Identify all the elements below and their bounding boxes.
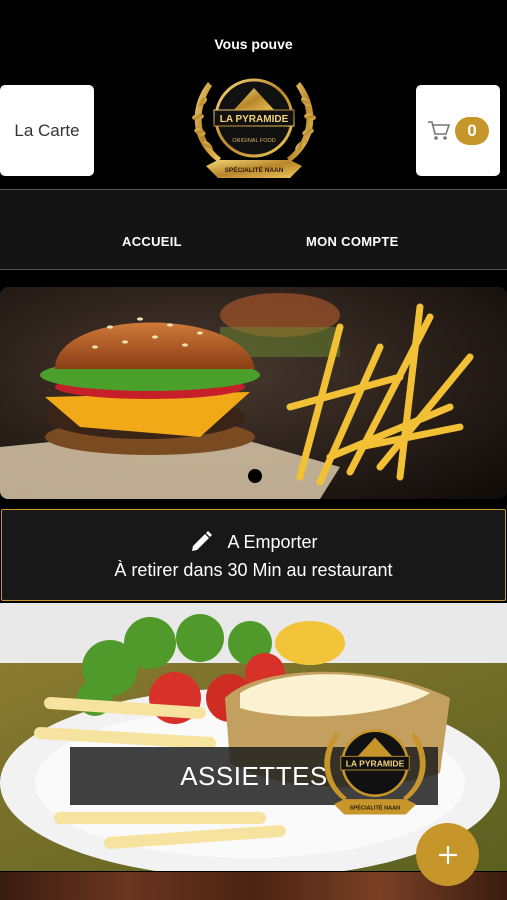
ticker-text: Vous pouve xyxy=(214,36,293,52)
la-pyramide-logo: LA PYRAMIDE ORIGINAL FOOD SPÉCIALITÉ NAA… xyxy=(192,78,316,178)
hero-carousel[interactable] xyxy=(0,287,507,499)
watermark-logo-ribbon: SPÉCIALITÉ NAAN xyxy=(350,803,400,811)
header: La Carte LA PYRAMIDE ORIGINAL FOOD SPÉCI… xyxy=(0,56,507,190)
cart-button[interactable]: 0 xyxy=(416,85,500,176)
takeaway-mode-label: A Emporter xyxy=(227,531,318,552)
cart-icon xyxy=(428,120,451,140)
la-carte-label: La Carte xyxy=(14,120,80,140)
pickup-time-text: À retirer dans 30 Min au restaurant xyxy=(114,560,393,580)
pencil-icon xyxy=(192,531,213,551)
logo-name: LA PYRAMIDE xyxy=(220,114,289,125)
main-nav: ACCUEIL MON COMPTE xyxy=(0,190,507,270)
watermark-logo-name: LA PYRAMIDE xyxy=(346,759,405,769)
cart-count-badge: 0 xyxy=(455,116,489,145)
takeaway-info-panel[interactable]: A Emporter À retirer dans 30 Min au rest… xyxy=(1,509,506,601)
logo-ribbon: SPÉCIALITÉ NAAN xyxy=(225,165,284,174)
burger-fries-image xyxy=(0,287,507,499)
nav-item-accueil[interactable]: ACCUEIL xyxy=(122,234,182,249)
la-pyramide-watermark-logo: LA PYRAMIDE SPÉCIALITÉ NAAN xyxy=(324,729,426,815)
la-carte-button[interactable]: La Carte xyxy=(0,85,94,176)
plus-icon xyxy=(438,845,457,864)
add-button[interactable] xyxy=(416,823,479,886)
logo-tagline: ORIGINAL FOOD xyxy=(232,138,276,144)
carousel-indicator-dot[interactable] xyxy=(248,469,262,483)
nav-item-mon-compte[interactable]: MON COMPTE xyxy=(306,234,399,249)
